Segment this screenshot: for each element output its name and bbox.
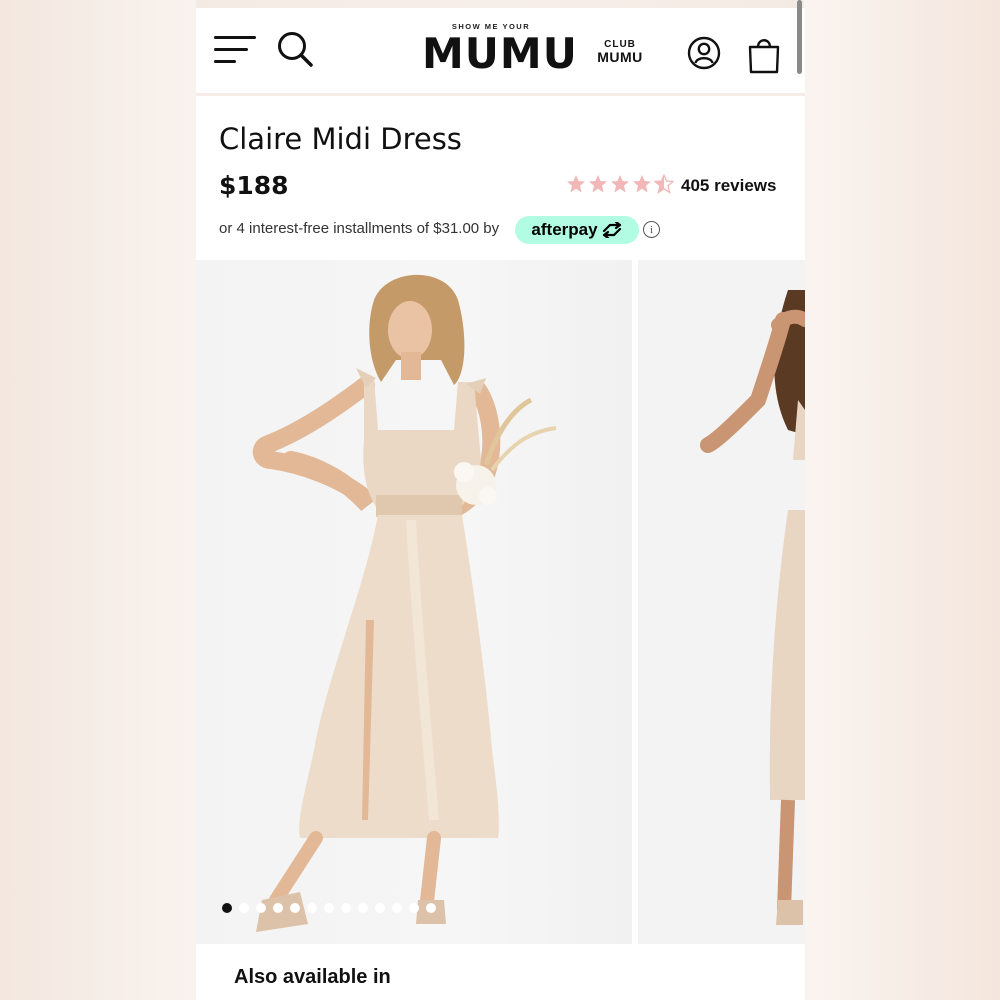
gallery-dot[interactable] bbox=[273, 903, 283, 913]
product-title: Claire Midi Dress bbox=[219, 122, 462, 156]
product-price: $188 bbox=[219, 171, 289, 200]
model-figure-partial bbox=[700, 290, 805, 925]
gallery-dot[interactable] bbox=[409, 903, 419, 913]
site-header: SHOW ME YOUR MUMU CLUB MUMU bbox=[196, 8, 805, 96]
gallery-dot[interactable] bbox=[375, 903, 385, 913]
gallery-pagination bbox=[222, 903, 436, 913]
gallery-dot[interactable] bbox=[392, 903, 402, 913]
account-icon[interactable] bbox=[687, 36, 721, 70]
search-icon[interactable] bbox=[276, 30, 314, 68]
product-image-main[interactable] bbox=[196, 260, 632, 944]
club-brand: MUMU bbox=[597, 49, 643, 65]
menu-icon[interactable] bbox=[214, 34, 256, 66]
rating-stars[interactable] bbox=[566, 174, 674, 194]
reviews-link[interactable]: 405 reviews bbox=[681, 176, 776, 196]
mobile-page: SHOW ME YOUR MUMU CLUB MUMU Claire Midi … bbox=[196, 8, 805, 1000]
brand-logo[interactable]: MUMU bbox=[422, 31, 577, 77]
club-mumu-link[interactable]: CLUB MUMU bbox=[592, 38, 648, 64]
background-right bbox=[804, 0, 1000, 1000]
gallery-dot[interactable] bbox=[341, 903, 351, 913]
product-gallery bbox=[196, 260, 805, 944]
gallery-dot[interactable] bbox=[307, 903, 317, 913]
background-left bbox=[0, 0, 196, 1000]
shopping-bag-icon[interactable] bbox=[747, 34, 781, 74]
star-icon bbox=[589, 175, 607, 193]
gallery-dot[interactable] bbox=[426, 903, 436, 913]
gallery-dot[interactable] bbox=[324, 903, 334, 913]
star-icon bbox=[567, 175, 585, 193]
star-icon bbox=[611, 175, 629, 193]
gallery-dot[interactable] bbox=[290, 903, 300, 913]
star-icon bbox=[633, 175, 651, 193]
model-figure bbox=[252, 274, 557, 932]
half-star-icon bbox=[654, 174, 674, 194]
gallery-dot[interactable] bbox=[222, 903, 232, 913]
afterpay-badge[interactable]: afterpay bbox=[515, 216, 639, 244]
product-image-next[interactable] bbox=[638, 260, 805, 944]
afterpay-arrows-icon bbox=[602, 222, 621, 238]
gallery-dot[interactable] bbox=[358, 903, 368, 913]
info-icon[interactable]: i bbox=[643, 221, 660, 238]
also-available-heading: Also available in bbox=[234, 966, 391, 988]
gallery-dot[interactable] bbox=[239, 903, 249, 913]
installments-text: or 4 interest-free installments of $31.0… bbox=[219, 220, 500, 237]
scrollbar-thumb[interactable] bbox=[797, 0, 802, 74]
gallery-dot[interactable] bbox=[256, 903, 266, 913]
afterpay-label: afterpay bbox=[531, 220, 598, 239]
